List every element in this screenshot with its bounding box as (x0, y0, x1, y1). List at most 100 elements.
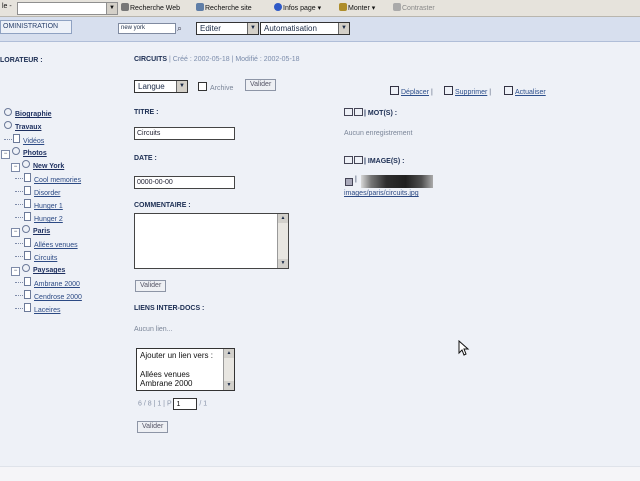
search-input[interactable]: new york (118, 23, 176, 34)
tree-connector (4, 139, 12, 140)
toolbar-url-combo[interactable]: ▼ (17, 2, 118, 15)
move-action[interactable]: Déplacer | (390, 86, 435, 96)
trash-icon (444, 86, 453, 95)
automation-select[interactable]: Automatisation ▼ (260, 22, 350, 35)
page-info-dropdown-icon: ▾ (317, 5, 322, 12)
tree-connector (15, 243, 23, 244)
tree-item-hunger-1[interactable]: Hunger 1 (15, 199, 63, 211)
admin-bar: OMINISTRATION new york ⌕ Editer ▼ Automa… (0, 17, 640, 42)
document-title: CIRCUITS | Créé : 2002-05-18 | Modifié :… (134, 56, 300, 63)
add-icon (354, 108, 363, 116)
links-label: LIENS INTER-DOCS : (134, 305, 205, 312)
tree-item-photos[interactable]: − Photos (1, 147, 47, 159)
delete-action[interactable]: Supprimer | (444, 86, 493, 96)
tree-item-paysages[interactable]: − Paysages (11, 264, 65, 276)
scroll-down-icon[interactable]: ▼ (278, 259, 288, 268)
refresh-action[interactable]: Actualiser (504, 86, 546, 96)
comment-scrollbar[interactable]: ▲ ▼ (277, 214, 288, 268)
pager-position: 6 / 8 (138, 400, 152, 408)
folder-icon (12, 147, 20, 155)
folder-up-icon (339, 3, 347, 11)
tree-item-new-york[interactable]: − New York (11, 160, 64, 172)
scroll-up-icon[interactable]: ▲ (278, 214, 288, 223)
explorer-title: LORATEUR : (0, 57, 43, 64)
collapse-icon[interactable]: − (11, 163, 20, 172)
archive-checkbox-group[interactable]: Archive (198, 82, 233, 92)
image-thumbnail[interactable] (361, 175, 433, 188)
list-item[interactable]: Ambrane 2000 (140, 379, 192, 388)
web-search-button[interactable]: Recherche Web (121, 3, 180, 12)
up-dropdown-icon: ▾ (371, 5, 376, 12)
tree-connector (15, 282, 23, 283)
tree-connector (15, 217, 23, 218)
keyword-icon (344, 108, 353, 116)
tree-item-hunger-2[interactable]: Hunger 2 (15, 212, 63, 224)
document-icon (24, 290, 31, 299)
tree-item-biographie[interactable]: Biographie (4, 108, 52, 120)
tree-item-circuits[interactable]: Circuits (15, 251, 57, 263)
tree-item-ambrane-2000[interactable]: Ambrane 2000 (15, 277, 80, 289)
up-button[interactable]: Monter ▾ (339, 3, 375, 12)
tree-item-disorder[interactable]: Disorder (15, 186, 60, 198)
keywords-heading: | MOT(S) : (344, 108, 397, 117)
folder-icon (22, 264, 30, 272)
administration-tab[interactable]: OMINISTRATION (0, 20, 72, 34)
folder-icon (4, 121, 12, 129)
document-icon (24, 251, 31, 260)
chevron-down-icon[interactable]: ▼ (176, 81, 187, 92)
tree-connector (15, 191, 23, 192)
no-link-text: Aucun lien... (134, 326, 173, 333)
tree-item-allees-venues[interactable]: Allées venues (15, 238, 78, 250)
edit-select[interactable]: Editer ▼ (196, 22, 259, 35)
pager-page-input[interactable] (173, 398, 198, 410)
pager-page-list: | 1 | (153, 400, 165, 408)
chevron-down-icon[interactable]: ▼ (106, 3, 117, 14)
document-icon (24, 212, 31, 221)
scroll-up-icon[interactable]: ▲ (224, 349, 234, 358)
tree-item-travaux[interactable]: Travaux (4, 121, 41, 133)
search-icon[interactable]: ⌕ (177, 23, 187, 33)
tree-item-paris[interactable]: − Paris (11, 225, 50, 237)
language-select-label: Langue (138, 82, 165, 91)
title-input[interactable]: Circuits (134, 127, 235, 140)
automation-select-label: Automatisation (264, 24, 317, 33)
page-info-button[interactable]: Infos page ▾ (274, 3, 321, 12)
chevron-down-icon[interactable]: ▼ (247, 23, 258, 34)
date-input[interactable]: 0000-00-00 (134, 176, 235, 189)
creation-meta: | Créé : 2002-05-18 | Modifié : 2002-05-… (169, 56, 300, 63)
tree-item-cool-memories[interactable]: Cool memories (15, 173, 81, 185)
collapse-icon[interactable]: − (11, 267, 20, 276)
folder-icon (4, 108, 12, 116)
pager-page-prefix: P (166, 400, 172, 408)
pencil-icon (393, 3, 401, 11)
list-item[interactable]: Allées venues (140, 370, 190, 379)
tree-item-cendrose-2000[interactable]: Cendrose 2000 (15, 290, 82, 302)
title-label: TITRE : (134, 109, 159, 116)
language-select[interactable]: Langue ▼ (134, 80, 188, 93)
highlight-button[interactable]: Contraster (393, 3, 435, 12)
validate-top-button[interactable]: Valider (245, 79, 277, 91)
tree-item-videos[interactable]: Vidéos (4, 134, 44, 146)
collapse-icon[interactable]: − (11, 228, 20, 237)
link-list-scrollbar[interactable]: ▲ ▼ (223, 349, 234, 390)
image-path-link[interactable]: images/paris/circuits.jpg (344, 190, 419, 197)
add-link-list[interactable]: Ajouter un lien vers : Allées venues Amb… (136, 348, 235, 391)
archive-checkbox[interactable] (198, 82, 207, 91)
validate-bottom-button[interactable]: Valider (137, 421, 169, 433)
tree-connector (15, 308, 23, 309)
collapse-icon[interactable]: − (1, 150, 10, 159)
site-search-icon (196, 3, 204, 11)
add-icon (354, 156, 363, 164)
image-delete-icon[interactable] (345, 178, 353, 186)
image-separator: | (355, 176, 357, 183)
mouse-cursor-icon (458, 340, 470, 356)
validate-comment-button[interactable]: Valider (135, 280, 167, 292)
document-icon (24, 238, 31, 247)
refresh-icon (504, 86, 513, 95)
comment-textarea[interactable]: ▲ ▼ (134, 213, 289, 269)
tree-item-laceires[interactable]: Laceires (15, 303, 60, 315)
site-search-button[interactable]: Recherche site (196, 3, 252, 12)
scroll-down-icon[interactable]: ▼ (224, 381, 234, 390)
chevron-down-icon[interactable]: ▼ (338, 23, 349, 34)
list-item[interactable]: Ajouter un lien vers : (140, 351, 213, 360)
